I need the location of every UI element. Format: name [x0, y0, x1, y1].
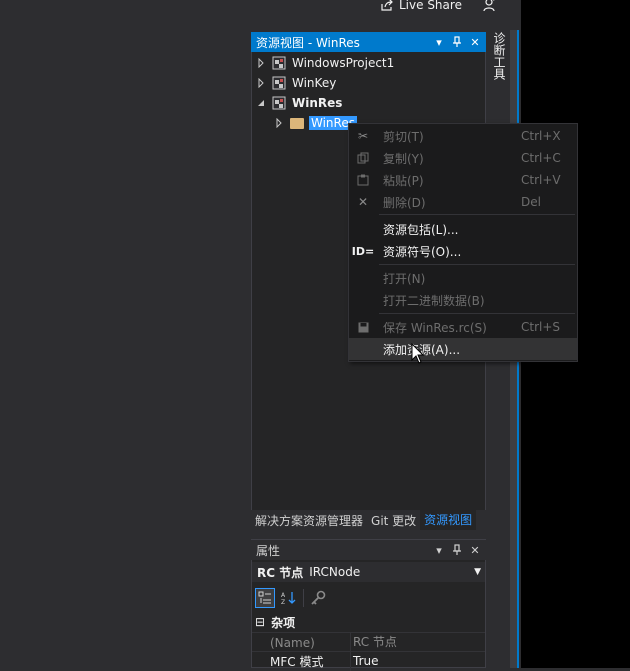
menu-icon-slot	[349, 218, 377, 240]
property-name: (Name)	[270, 635, 315, 650]
tree-item-winkey[interactable]: WinKey	[256, 73, 336, 93]
menu-item-shortcut: Ctrl+C	[521, 151, 561, 165]
tab-resource-view[interactable]: 资源视图	[420, 510, 477, 530]
collapse-arrow-icon[interactable]	[256, 98, 266, 108]
delete-icon: ✕	[357, 195, 369, 209]
close-icon[interactable]: ✕	[468, 35, 482, 49]
menu-item-label: 资源包括(L)...	[383, 222, 459, 237]
pin-icon[interactable]	[450, 35, 464, 49]
menu-item-shortcut: Ctrl+S	[521, 320, 561, 334]
toolbar-divider	[303, 589, 304, 607]
copy-icon	[349, 147, 377, 169]
menu-separator	[379, 214, 575, 215]
menu-item-label: 打开(N)	[383, 271, 426, 286]
property-row[interactable]: MFC 模式 True	[252, 651, 485, 671]
menu-item-delete[interactable]: ✕ 删除(D) Del	[349, 191, 577, 213]
menu-item-label: 剪切(T)	[383, 129, 424, 144]
tree-item-label: WindowsProject1	[292, 56, 395, 70]
expand-arrow-icon[interactable]	[274, 118, 284, 128]
property-value: True	[350, 652, 485, 671]
categorized-icon[interactable]	[255, 588, 275, 608]
share-icon	[381, 0, 393, 11]
menu-item-label: 删除(D)	[383, 195, 426, 210]
live-share-button[interactable]: Live Share	[380, 0, 462, 12]
menu-icon-slot	[349, 289, 377, 311]
menu-item-shortcut: Ctrl+X	[521, 129, 561, 143]
menu-item-label: 添加资源(A)...	[383, 342, 461, 357]
menu-item-label: 复制(Y)	[383, 151, 424, 166]
expand-arrow-icon[interactable]	[256, 58, 266, 68]
properties-object-selector[interactable]: RC 节点 IRCNode ▼	[252, 562, 485, 582]
close-icon[interactable]: ✕	[468, 543, 482, 557]
pin-icon[interactable]	[450, 543, 464, 557]
user-feedback-icon[interactable]	[483, 0, 497, 12]
dropdown-icon[interactable]: ▾	[432, 35, 446, 49]
resource-file-icon	[272, 56, 286, 70]
menu-item-open[interactable]: 打开(N)	[349, 267, 577, 289]
tab-solution-explorer[interactable]: 解决方案资源管理器	[251, 512, 367, 529]
collapse-box-icon[interactable]: ⊟	[255, 615, 265, 629]
chevron-down-icon[interactable]: ▼	[474, 567, 481, 577]
menu-item-shortcut: Ctrl+V	[521, 173, 561, 187]
menu-item-paste[interactable]: 粘贴(P) Ctrl+V	[349, 169, 577, 191]
scissors-icon: ✂	[357, 129, 369, 143]
category-label: 杂项	[271, 615, 296, 630]
property-value: RC 节点	[350, 633, 485, 652]
menu-item-cut[interactable]: ✂ 剪切(T) Ctrl+X	[349, 125, 577, 147]
tree-item-winres-folder[interactable]: WinRes	[274, 113, 357, 133]
tree-item-label: WinKey	[292, 76, 337, 90]
menu-item-label: 打开二进制数据(B)	[383, 293, 485, 308]
property-category[interactable]: ⊟ 杂项	[252, 613, 485, 631]
menu-separator	[379, 313, 575, 314]
tree-item-label: WinRes	[292, 96, 343, 110]
menu-item-label: 保存 WinRes.rc(S)	[383, 320, 487, 335]
property-row[interactable]: (Name) RC 节点	[252, 632, 485, 652]
object-name: RC 节点	[257, 565, 304, 580]
id-icon: ID=	[351, 244, 375, 258]
menu-item-save[interactable]: 保存 WinRes.rc(S) Ctrl+S	[349, 316, 577, 338]
diagnostic-tools-label: 诊断工具	[492, 32, 506, 80]
menu-item-open-binary[interactable]: 打开二进制数据(B)	[349, 289, 577, 311]
svg-text:Z: Z	[281, 599, 285, 605]
menu-item-resource-includes[interactable]: 资源包括(L)...	[349, 218, 577, 240]
resource-view-titlebar[interactable]: 资源视图 - WinRes ▾ ✕	[251, 32, 486, 52]
folder-icon	[290, 117, 304, 129]
menu-item-copy[interactable]: 复制(Y) Ctrl+C	[349, 147, 577, 169]
resource-file-icon	[272, 96, 286, 110]
property-name: MFC 模式	[270, 655, 324, 669]
save-icon	[349, 316, 377, 338]
menu-item-shortcut: Del	[521, 195, 541, 209]
alphabetical-icon[interactable]: AZ	[279, 588, 299, 608]
properties-titlebar[interactable]: 属性 ▾ ✕	[251, 540, 486, 560]
tree-item-windowsproject1[interactable]: WindowsProject1	[256, 53, 394, 73]
mouse-cursor-icon	[411, 343, 425, 364]
dropdown-icon[interactable]: ▾	[432, 543, 446, 557]
menu-separator	[379, 264, 575, 265]
menu-icon-slot	[349, 267, 377, 289]
menu-item-label: 粘贴(P)	[383, 173, 424, 188]
resource-view-title: 资源视图 - WinRes	[256, 35, 360, 50]
live-share-label: Live Share	[399, 0, 462, 12]
expand-arrow-icon[interactable]	[256, 78, 266, 88]
panel-tabs: 解决方案资源管理器 Git 更改 资源视图	[251, 510, 486, 530]
tree-item-winres[interactable]: WinRes	[256, 93, 342, 113]
menu-icon-slot	[349, 338, 377, 360]
paste-icon	[349, 169, 377, 191]
property-pages-icon[interactable]	[308, 588, 328, 608]
tab-git-changes[interactable]: Git 更改	[367, 512, 420, 529]
menu-item-label: 资源符号(O)...	[383, 244, 462, 259]
resource-file-icon	[272, 76, 286, 90]
menu-item-add-resource[interactable]: 添加资源(A)...	[349, 338, 577, 360]
properties-title: 属性	[256, 543, 281, 558]
object-type: IRCNode	[309, 565, 361, 579]
properties-toolbar: AZ	[252, 585, 488, 611]
svg-text:A: A	[281, 592, 286, 599]
menu-item-resource-symbols[interactable]: ID= 资源符号(O)...	[349, 240, 577, 262]
